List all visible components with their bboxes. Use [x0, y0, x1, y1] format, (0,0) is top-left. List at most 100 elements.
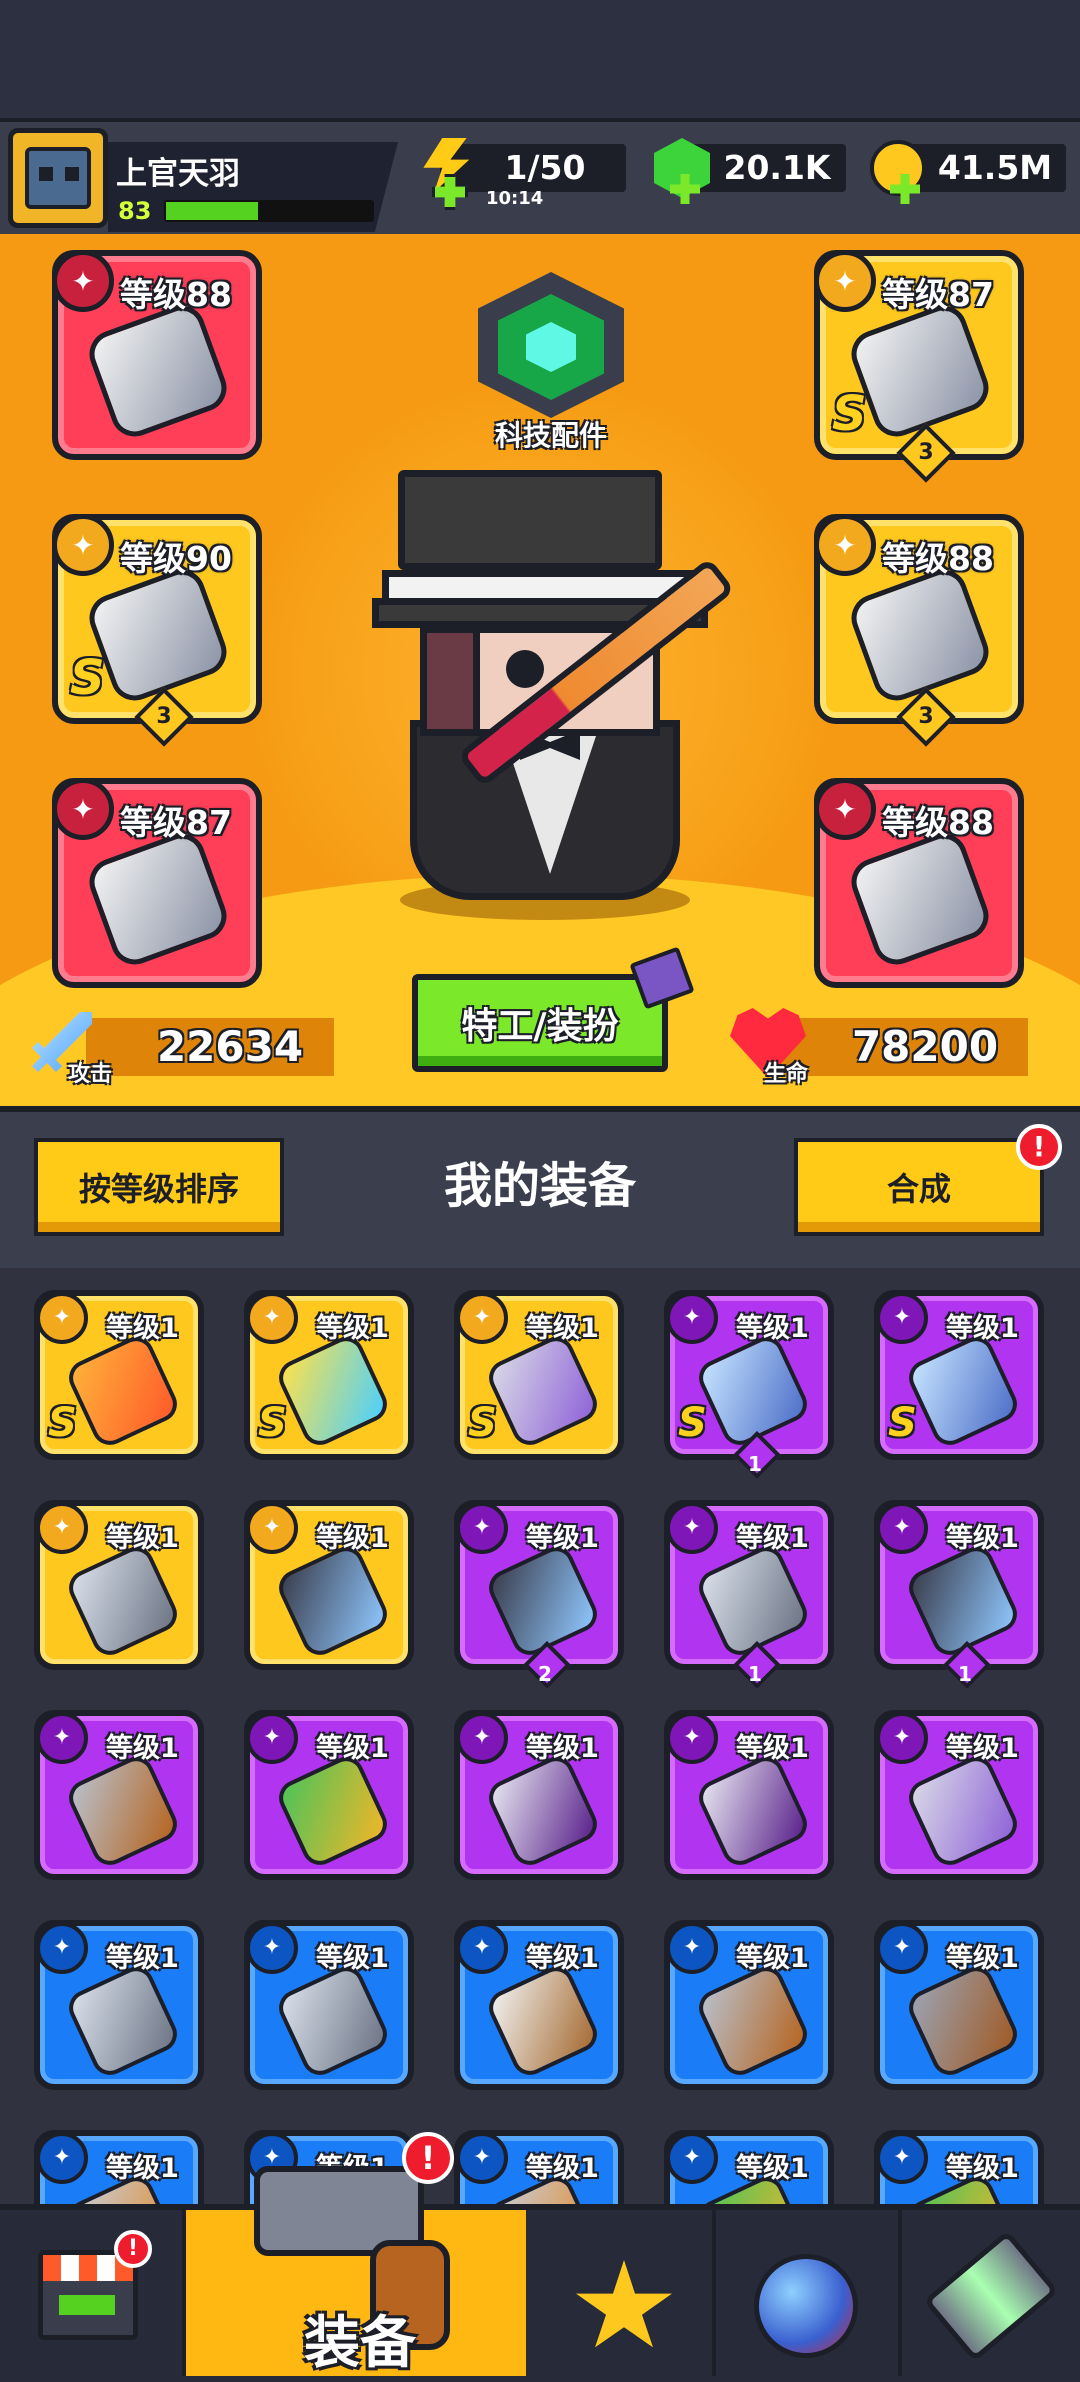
avatar-eye-icon	[39, 167, 53, 181]
item-level: 等级1	[736, 1313, 809, 1344]
inventory-item-belt[interactable]: ✦ 等级1 2	[454, 1500, 624, 1690]
kunai-icon	[63, 1541, 183, 1661]
item-level: 等级1	[106, 1523, 179, 1554]
necklace-icon	[273, 1331, 393, 1451]
equipment-alert-badge: !	[402, 2132, 454, 2184]
xp-bar-fill	[166, 202, 258, 220]
belt-type-icon: ✦	[456, 1502, 508, 1554]
energy-timer: 10:14	[486, 188, 544, 209]
coins-value: 41.5M	[937, 148, 1053, 187]
item-level: 等级1	[736, 1523, 809, 1554]
grade-badge: S	[48, 1400, 77, 1446]
necklace-type-icon: ✦	[52, 514, 114, 576]
gloves-item-icon	[82, 826, 234, 972]
item-level: 等级1	[106, 2153, 179, 2184]
equipped-slot-boots[interactable]: ✦ 等级88	[814, 778, 1024, 988]
inventory-item-machete[interactable]: ✦ 等级1	[454, 1920, 624, 2090]
equipped-slot-gloves[interactable]: ✦ 等级87	[52, 778, 262, 988]
inventory-item-boots[interactable]: ✦ 等级1	[874, 1710, 1044, 1880]
star-count: 3	[156, 704, 172, 729]
item-level: 等级1	[316, 1523, 389, 1554]
kunai-type-icon: ✦	[36, 1922, 88, 1974]
nav-tab-battle[interactable]	[530, 2210, 716, 2376]
item-level: 等级1	[946, 1733, 1019, 1764]
equipped-slot-belt[interactable]: ✦ 等级88 3	[814, 514, 1024, 747]
inventory-item-collar[interactable]: ✦ 等级1	[664, 1710, 834, 1880]
sword-type-icon: ✦	[36, 1292, 88, 1344]
boots-type-icon: ✦	[814, 778, 876, 840]
weapon-type-icon: ✦	[456, 2132, 508, 2184]
grade-badge: S	[70, 650, 105, 706]
item-level: 等级1	[106, 1733, 179, 1764]
inventory-item-belt[interactable]: ✦ 等级1 1	[874, 1500, 1044, 1690]
collar-icon	[483, 1751, 603, 1871]
revolver-type-icon: ✦	[666, 1922, 718, 1974]
item-level: 等级1	[316, 1733, 389, 1764]
attack-label: 攻击	[68, 1062, 113, 1087]
kunai-type-icon: ✦	[36, 1502, 88, 1554]
inventory-item-boots[interactable]: ✦ 等级1 S	[454, 1290, 624, 1460]
player-avatar[interactable]	[8, 128, 108, 228]
star-count: 1	[748, 1662, 762, 1686]
player-name: 上官天羽	[116, 156, 240, 192]
equipped-slot-armor[interactable]: ✦ 等级87 S 3	[814, 250, 1024, 483]
grade-badge: S	[678, 1400, 707, 1446]
inventory-item-gloves[interactable]: ✦ 等级1 S	[874, 1290, 1044, 1460]
weapon-type-icon: ✦	[52, 250, 114, 312]
inventory-item-kunai[interactable]: ✦ 等级1	[244, 1920, 414, 2090]
nav-tab-evolve[interactable]	[902, 2210, 1080, 2376]
belt-type-icon: ✦	[876, 1502, 928, 1554]
inventory-item-collar[interactable]: ✦ 等级1	[454, 1710, 624, 1880]
agent-costume-button[interactable]: 特工/装扮	[412, 974, 668, 1072]
inventory-item-weapon[interactable]: ✦ 等级1	[34, 2130, 204, 2204]
item-level: 等级1	[946, 1943, 1019, 1974]
inventory-item-armor[interactable]: ✦ 等级1	[244, 1710, 414, 1880]
inventory-item-belt[interactable]: ✦ 等级1	[244, 1500, 414, 1670]
item-level: 等级1	[316, 1313, 389, 1344]
equipped-slot-necklace[interactable]: ✦ 等级90 S 3	[52, 514, 262, 747]
slot-level: 等级90	[120, 539, 232, 578]
inventory-item-kunai[interactable]: ✦ 等级1	[34, 1500, 204, 1670]
nav-tab-gacha[interactable]	[716, 2210, 902, 2376]
star-swords-icon	[576, 2260, 672, 2348]
slot-level: 等级88	[882, 539, 994, 578]
sort-by-level-button[interactable]: 按等级排序	[34, 1138, 284, 1236]
collar-icon	[693, 1751, 813, 1871]
inventory-item-armor[interactable]: ✦ 等级1	[874, 2130, 1044, 2204]
belt-type-icon: ✦	[246, 1502, 298, 1554]
capsule-icon	[923, 2230, 1059, 2362]
armor-type-icon: ✦	[666, 2132, 718, 2184]
grade-badge: S	[258, 1400, 287, 1446]
inventory-item-armor[interactable]: ✦ 等级1	[664, 2130, 834, 2204]
inventory-item-weapon[interactable]: ✦ 等级1	[454, 2130, 624, 2204]
merge-button[interactable]: 合成	[794, 1138, 1044, 1236]
star-count: 1	[958, 1662, 972, 1686]
kunai-type-icon: ✦	[666, 1502, 718, 1554]
inventory-item-revolver[interactable]: ✦ 等级1	[664, 1920, 834, 2090]
gloves-type-icon: ✦	[52, 778, 114, 840]
inventory-item-shotgun[interactable]: ✦ 等级1	[874, 1920, 1044, 2090]
boots-icon	[903, 1751, 1023, 1871]
inventory-item-gloves[interactable]: ✦ 等级1 S 1	[664, 1290, 834, 1480]
kunai-icon	[273, 1961, 393, 2081]
gloves-type-icon: ✦	[876, 1292, 928, 1344]
weapon-item-icon	[82, 298, 234, 444]
inventory-item-kunai[interactable]: ✦ 等级1 1	[664, 1500, 834, 1690]
tech-accessory-label: 科技配件	[494, 419, 607, 452]
gloves-icon	[693, 1331, 813, 1451]
weapon-type-icon: ✦	[36, 2132, 88, 2184]
equipped-slot-weapon[interactable]: ✦ 等级88	[52, 250, 262, 460]
top-hat-crown	[398, 470, 662, 570]
item-level: 等级1	[946, 1313, 1019, 1344]
inventory-item-sword[interactable]: ✦ 等级1 S	[34, 1290, 204, 1460]
character-eye-icon	[506, 650, 544, 688]
grade-badge: S	[832, 386, 867, 442]
nav-tab-shop[interactable]: !	[0, 2210, 186, 2376]
belt-item-icon	[844, 562, 996, 708]
machete-icon	[483, 1961, 603, 2081]
inventory-item-necklace[interactable]: ✦ 等级1 S	[244, 1290, 414, 1460]
inventory-item-kunai[interactable]: ✦ 等级1	[34, 1920, 204, 2090]
inventory-item-revolver[interactable]: ✦ 等级1	[34, 1710, 204, 1880]
armor-type-icon: ✦	[876, 2132, 928, 2184]
collar-type-icon: ✦	[456, 1712, 508, 1764]
